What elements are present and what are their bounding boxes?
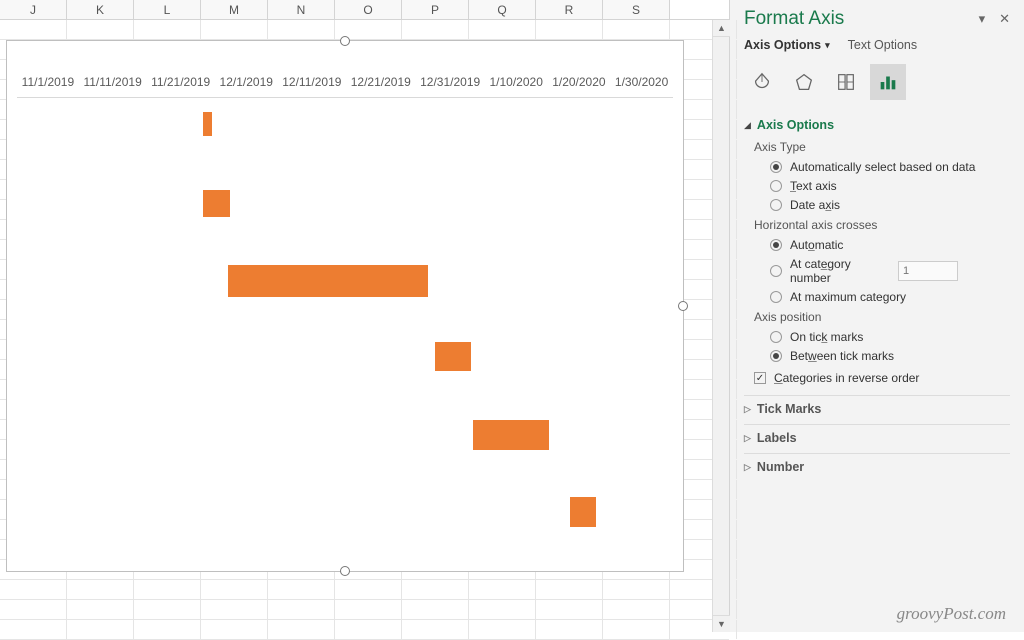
radio-horiz-auto[interactable]: Automatic	[770, 238, 1010, 252]
section-tick-marks[interactable]: ▷Tick Marks	[744, 402, 1010, 416]
section-labels[interactable]: ▷Labels	[744, 431, 1010, 445]
at-category-input[interactable]	[898, 261, 958, 281]
radio-auto-select[interactable]: Automatically select based on data	[770, 160, 1010, 174]
x-axis-tick-label: 1/20/2020	[552, 75, 605, 89]
radio-between-tick[interactable]: Between tick marks	[770, 349, 1010, 363]
radio-date-axis-label: Date axis	[790, 198, 840, 212]
chart-object[interactable]: 11/1/2019 11/11/2019 11/21/2019 12/1/2019 12…	[6, 40, 684, 572]
fill-line-icon[interactable]	[744, 64, 780, 100]
chart-plot-area[interactable]	[17, 97, 673, 561]
column-header[interactable]: N	[268, 0, 335, 19]
axis-type-label: Axis Type	[754, 140, 1010, 154]
tab-axis-options-label: Axis Options	[744, 38, 821, 52]
tab-text-options[interactable]: Text Options	[848, 38, 917, 52]
x-axis-tick-label: 12/21/2019	[351, 75, 411, 89]
gantt-bar[interactable]	[228, 265, 428, 297]
radio-at-category-label: At category number	[790, 257, 880, 285]
column-header[interactable]: R	[536, 0, 603, 19]
effects-icon[interactable]	[786, 64, 822, 100]
column-header[interactable]: O	[335, 0, 402, 19]
axis-options-icon[interactable]	[870, 64, 906, 100]
horiz-crosses-label: Horizontal axis crosses	[754, 218, 1010, 232]
x-axis-tick-label: 12/31/2019	[420, 75, 480, 89]
scroll-down-arrow[interactable]: ▼	[713, 615, 730, 632]
x-axis-tick-label: 1/10/2020	[489, 75, 542, 89]
radio-horiz-auto-label: Automatic	[790, 238, 843, 252]
column-header[interactable]: M	[201, 0, 268, 19]
radio-on-tick[interactable]: On tick marks	[770, 330, 1010, 344]
radio-auto-select-label: Automatically select based on data	[790, 160, 975, 174]
column-header[interactable]: J	[0, 0, 67, 19]
radio-on-tick-label: On tick marks	[790, 330, 863, 344]
gantt-bar[interactable]	[435, 342, 471, 371]
watermark: groovyPost.com	[897, 604, 1006, 624]
spreadsheet-area: JKLMNOPQRS ▲ ▼ 11/1/2019 11/11/2019 11/21/…	[0, 0, 729, 632]
section-axis-options-label: Axis Options	[757, 118, 834, 132]
radio-between-tick-label: Between tick marks	[790, 349, 894, 363]
vertical-scrollbar[interactable]: ▲ ▼	[712, 20, 729, 632]
checkbox-reverse-order-label: Categories in reverse order	[774, 371, 919, 385]
x-axis-tick-label: 11/21/2019	[151, 75, 210, 89]
tab-axis-options[interactable]: Axis Options ▾	[744, 38, 830, 52]
size-properties-icon[interactable]	[828, 64, 864, 100]
radio-at-max-label: At maximum category	[790, 290, 906, 304]
x-axis-tick-label: 11/11/2019	[83, 75, 141, 89]
x-axis-tick-label: 1/30/2020	[615, 75, 668, 89]
column-header[interactable]: K	[67, 0, 134, 19]
chart-resize-handle-top[interactable]	[340, 36, 350, 46]
x-axis-tick-label: 12/11/2019	[282, 75, 341, 89]
radio-date-axis[interactable]: Date axis	[770, 198, 1010, 212]
chart-x-axis-labels[interactable]: 11/1/2019 11/11/2019 11/21/2019 12/1/2019 12…	[7, 75, 683, 89]
chart-resize-handle-right[interactable]	[678, 301, 688, 311]
gantt-bar[interactable]	[570, 497, 596, 527]
section-number-label: Number	[757, 460, 804, 474]
section-labels-label: Labels	[757, 431, 797, 445]
section-tick-marks-label: Tick Marks	[757, 402, 821, 416]
checkbox-reverse-order[interactable]: Categories in reverse order	[754, 371, 1010, 385]
column-headers: JKLMNOPQRS	[0, 0, 729, 20]
column-header[interactable]: Q	[469, 0, 536, 19]
x-axis-tick-label: 12/1/2019	[220, 75, 273, 89]
chart-resize-handle-bottom[interactable]	[340, 566, 350, 576]
column-header[interactable]: P	[402, 0, 469, 19]
x-axis-tick-label: 11/1/2019	[22, 75, 75, 89]
gantt-bar[interactable]	[203, 112, 212, 136]
section-number[interactable]: ▷Number	[744, 460, 1010, 474]
panel-title: Format Axis	[744, 8, 844, 30]
radio-at-max[interactable]: At maximum category	[770, 290, 1010, 304]
panel-close-icon[interactable]: ✕	[999, 11, 1010, 27]
scroll-up-arrow[interactable]: ▲	[713, 20, 730, 37]
gantt-bar[interactable]	[473, 420, 549, 450]
column-header[interactable]: L	[134, 0, 201, 19]
radio-text-axis-label: Text axis	[790, 179, 837, 193]
panel-dropdown-icon[interactable]: ▾	[979, 11, 986, 27]
section-axis-options[interactable]: ◢Axis Options	[744, 118, 1010, 132]
gantt-bar[interactable]	[203, 190, 230, 217]
format-axis-panel: Format Axis ▾ ✕ Axis Options ▾ Text Opti…	[729, 0, 1024, 632]
axis-position-label: Axis position	[754, 310, 1010, 324]
column-header[interactable]: S	[603, 0, 670, 19]
radio-at-category[interactable]: At category number	[770, 257, 1010, 285]
radio-text-axis[interactable]: Text axis	[770, 179, 1010, 193]
